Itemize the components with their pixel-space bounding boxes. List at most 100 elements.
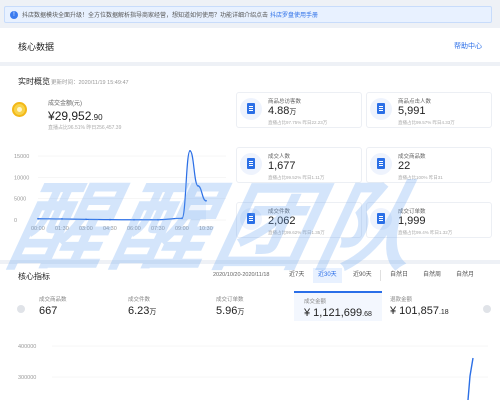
kpi-value: 5.96万: [216, 305, 244, 317]
metric-label: 成交订单数: [398, 209, 426, 215]
gmv-value: ¥29,952.90: [48, 109, 103, 123]
metric-value: 1,677: [268, 160, 296, 172]
metric-value: 22: [398, 160, 410, 172]
core-title: 核心指标: [18, 272, 50, 281]
gmv-dec: .90: [91, 113, 103, 122]
metric-sub: 直播占比97.75% 昨日22.23万: [268, 120, 328, 125]
gmv-int: 29,952: [54, 109, 92, 123]
kpi-label: 成交订单数: [216, 297, 244, 303]
notice-banner: ! 抖店数据模块全面升级！全方位数据解析指导商家经营，想知道如何使用？功能详细介…: [4, 6, 492, 23]
metric-label: 成交件数: [268, 209, 291, 215]
manual-link[interactable]: 抖店罗盘使用手册: [270, 10, 318, 19]
kpi-gmv[interactable]: 成交金额 ¥ 1,121,699.68: [294, 291, 382, 321]
metric-card-items[interactable]: 成交件数 2,062 直播占比99.62% 昨日1.35万: [236, 202, 362, 238]
kpi-unit: .68: [362, 311, 372, 318]
x-tick-label: 03:00: [79, 226, 93, 232]
x-tick-label: 00:00: [31, 226, 45, 232]
y-tick-label: 400000: [18, 344, 36, 350]
kpi-refund[interactable]: 退款金额 ¥ 101,857.18: [390, 291, 478, 321]
data-point: [181, 217, 183, 220]
kpi-label: 成交商品数: [39, 297, 67, 303]
gmv-currency: ¥: [48, 109, 55, 123]
kpi-label: 退款金额: [390, 297, 413, 303]
info-icon: !: [10, 10, 18, 19]
data-point: [197, 184, 199, 187]
box-icon: [370, 153, 392, 175]
metric-card-buyers[interactable]: 成交人数 1,677 直播占比99.52% 昨日1.11万: [236, 147, 362, 183]
series-line: [37, 150, 207, 221]
realtime-overview: 实时概览 更新时间：2020/11/19 15:49:47 成交金额(元) ¥2…: [0, 66, 500, 260]
metric-number: 1,677: [268, 160, 296, 172]
gmv-sub: 直播占比96.51% 昨日256,457.39: [48, 125, 122, 131]
y-tick-label: 300000: [18, 375, 36, 381]
user-icon: [240, 153, 262, 175]
data-point: [133, 218, 135, 221]
kpi-items[interactable]: 成交件数 6.23万: [128, 291, 216, 321]
metric-sub: 直播占比99.52% 昨日1.11万: [268, 175, 325, 180]
y-tick-label: 10000: [14, 175, 29, 181]
metric-value: 2,062: [268, 215, 296, 227]
x-tick-label: 04:30: [103, 226, 117, 232]
metric-label: 商品点击人数: [398, 99, 432, 105]
series-line: [467, 357, 474, 400]
gmv-summary: 成交金额(元) ¥29,952.90 直播占比96.51% 昨日256,457.…: [8, 92, 232, 134]
kpi-products[interactable]: 成交商品数 667: [39, 291, 127, 321]
tab-natural-day[interactable]: 自然日: [385, 268, 413, 283]
series-area: [38, 150, 206, 220]
kpi-unit: .18: [438, 309, 449, 316]
kpi-orders[interactable]: 成交订单数 5.96万: [216, 291, 304, 321]
tab-7d[interactable]: 近7天: [284, 268, 309, 283]
metric-card-clicks[interactable]: 商品点击人数 5,991 直播占比99.57% 昨日4.33万: [366, 92, 492, 128]
y-tick-label: 5000: [14, 197, 26, 203]
x-tick-label: 09:00: [175, 226, 189, 232]
x-tick-label: 01:30: [55, 226, 69, 232]
prev-arrow-icon[interactable]: [17, 305, 25, 313]
kpi-number: 667: [39, 305, 58, 317]
metric-label: 成交商品数: [398, 154, 426, 160]
kpi-value: ¥ 1,121,699.68: [304, 307, 372, 319]
metric-card-products[interactable]: 成交商品数 22 直播占比100% 昨日31: [366, 147, 492, 183]
data-point: [37, 217, 39, 220]
metric-value: 5,991: [398, 105, 426, 117]
core-indicators: 核心指标 2020/10/20-2020/11/18 近7天 近30天 近90天…: [0, 264, 500, 400]
kpi-value: 667: [39, 305, 57, 317]
metric-sub: 直播占比99.57% 昨日4.33万: [398, 120, 455, 125]
metric-sub: 直播占比100% 昨日31: [398, 175, 443, 180]
help-center-link[interactable]: 帮助中心: [454, 41, 482, 51]
tab-30d[interactable]: 近30天: [313, 268, 342, 283]
tab-natural-week[interactable]: 自然周: [418, 268, 446, 283]
tab-divider: [380, 270, 381, 281]
data-point: [109, 218, 111, 221]
kpi-number: ¥ 101,857: [390, 305, 439, 317]
metric-value: 1,999: [398, 215, 426, 227]
kpi-number: 6.23: [128, 305, 150, 317]
data-point: [85, 218, 87, 221]
page-header: 核心数据 帮助中心: [0, 28, 500, 62]
update-time: 更新时间：2020/11/19 15:49:47: [51, 80, 129, 86]
next-arrow-icon[interactable]: [483, 305, 491, 313]
metric-number: 4.88: [268, 105, 290, 117]
data-point: [157, 218, 159, 221]
coin-icon: [12, 102, 27, 117]
kpi-number: 5.96: [216, 305, 238, 317]
document-icon: [240, 98, 262, 120]
document-icon: [370, 98, 392, 120]
tab-90d[interactable]: 近90天: [348, 268, 377, 283]
realtime-title: 实时概览: [18, 77, 50, 86]
package-icon: [240, 208, 262, 230]
data-point: [61, 218, 63, 220]
metric-sub: 直播占比99.62% 昨日1.35万: [268, 230, 325, 235]
metric-number: 5,991: [398, 105, 426, 117]
notice-text: 抖店数据模块全面升级！全方位数据解析指导商家经营，想知道如何使用？功能详细介绍点…: [22, 13, 269, 19]
x-tick-label: 07:30: [151, 226, 165, 232]
tab-natural-month[interactable]: 自然月: [451, 268, 479, 283]
metric-card-orders[interactable]: 成交订单数 1,999 直播占比99.4% 昨日1.32万: [366, 202, 492, 238]
metric-value: 4.88万: [268, 105, 296, 117]
date-range[interactable]: 2020/10/20-2020/11/18: [213, 272, 269, 278]
y-tick-label: 15000: [14, 154, 29, 160]
kpi-value: 6.23万: [128, 305, 156, 317]
x-tick-label: 06:00: [127, 226, 141, 232]
kpi-unit: 万: [149, 309, 157, 316]
kpi-label: 成交金额: [304, 299, 327, 305]
metric-card-visitors[interactable]: 商品总访客数 4.88万 直播占比97.75% 昨日22.23万: [236, 92, 362, 128]
